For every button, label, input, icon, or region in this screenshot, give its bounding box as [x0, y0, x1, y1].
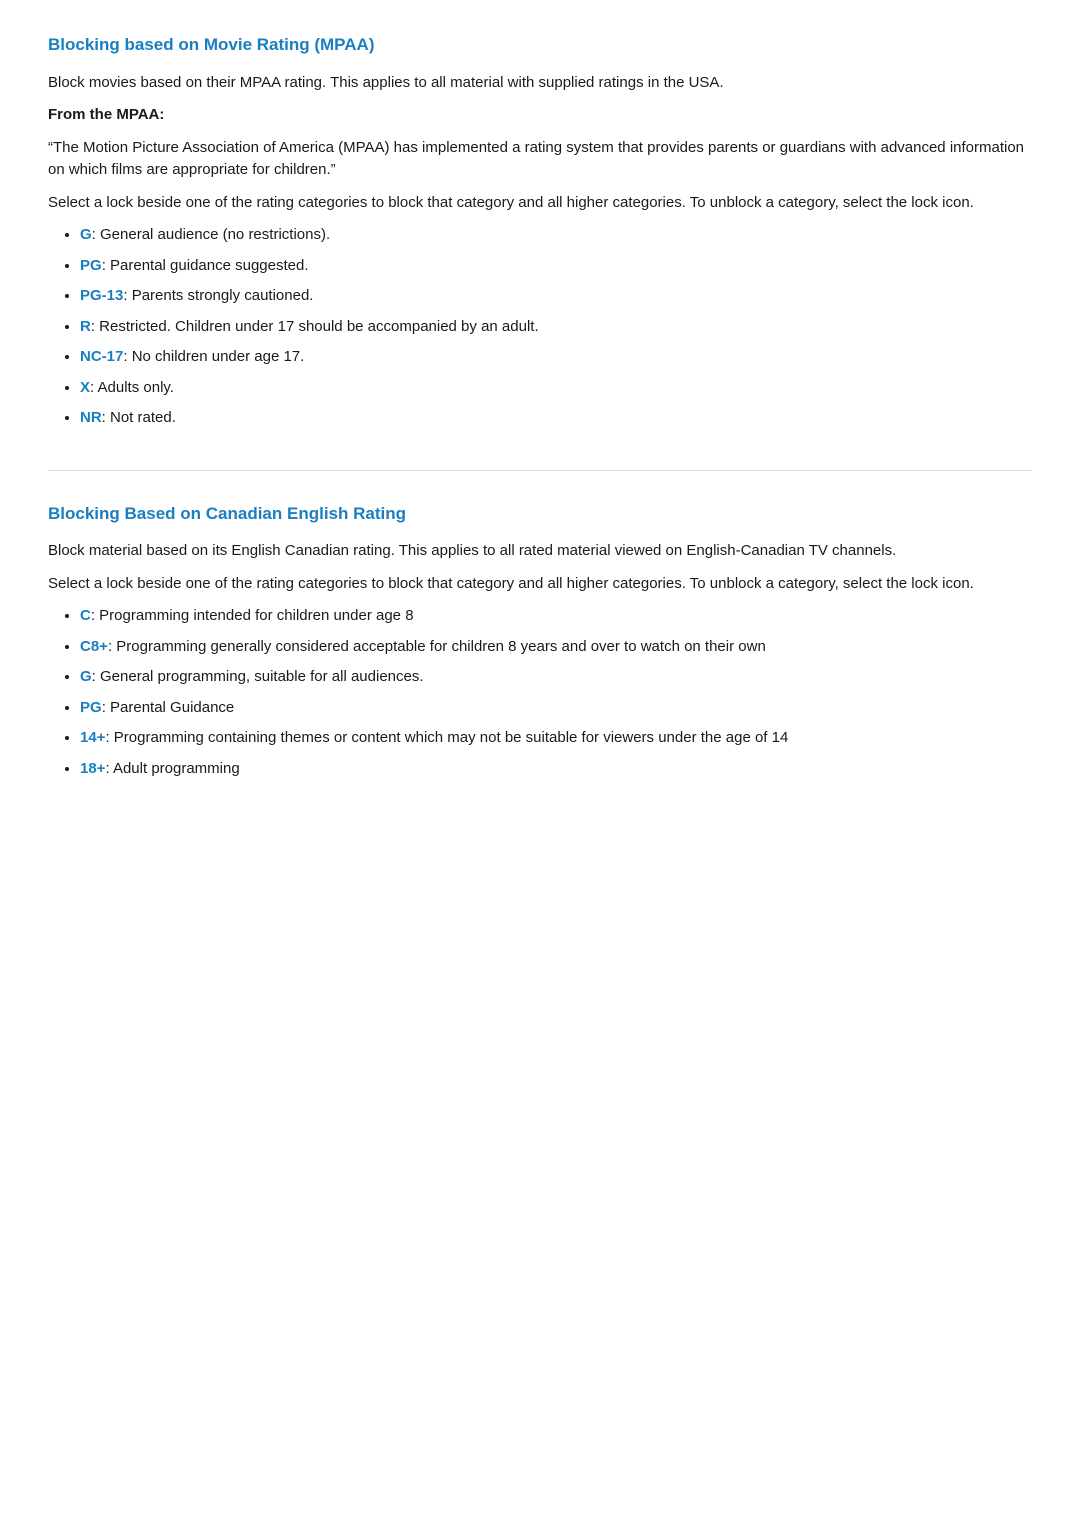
- rating-desc-pg-ca: : Parental Guidance: [102, 699, 235, 716]
- rating-desc-c: : Programming intended for children unde…: [91, 607, 414, 624]
- rating-code-pg-ca: PG: [80, 699, 102, 716]
- list-item: PG: Parental Guidance: [80, 697, 1032, 720]
- rating-desc-nc17: : No children under age 17.: [123, 348, 304, 365]
- list-item: PG-13: Parents strongly cautioned.: [80, 285, 1032, 308]
- rating-desc-c8: : Programming generally considered accep…: [108, 638, 766, 655]
- list-item: C: Programming intended for children und…: [80, 605, 1032, 628]
- rating-code-14: 14+: [80, 729, 105, 746]
- rating-desc-18: : Adult programming: [105, 760, 239, 777]
- list-item: G: General audience (no restrictions).: [80, 224, 1032, 247]
- mpaa-section: Blocking based on Movie Rating (MPAA) Bl…: [48, 32, 1032, 430]
- rating-desc-g-ca: : General programming, suitable for all …: [92, 668, 424, 685]
- canadian-section: Blocking Based on Canadian English Ratin…: [48, 501, 1032, 781]
- rating-code-g: G: [80, 226, 92, 243]
- rating-desc-nr: : Not rated.: [102, 409, 176, 426]
- list-item: 14+: Programming containing themes or co…: [80, 727, 1032, 750]
- section-divider: [48, 470, 1032, 471]
- rating-code-c: C: [80, 607, 91, 624]
- list-item: C8+: Programming generally considered ac…: [80, 636, 1032, 659]
- rating-desc-g: : General audience (no restrictions).: [92, 226, 330, 243]
- rating-code-nc17: NC-17: [80, 348, 123, 365]
- mpaa-rating-list: G: General audience (no restrictions). P…: [48, 224, 1032, 430]
- list-item: G: General programming, suitable for all…: [80, 666, 1032, 689]
- list-item: PG: Parental guidance suggested.: [80, 255, 1032, 278]
- rating-desc-r: : Restricted. Children under 17 should b…: [91, 318, 539, 335]
- rating-code-x: X: [80, 379, 90, 396]
- rating-desc-x: : Adults only.: [90, 379, 174, 396]
- rating-code-nr: NR: [80, 409, 102, 426]
- canadian-section-title: Blocking Based on Canadian English Ratin…: [48, 501, 1032, 527]
- list-item: R: Restricted. Children under 17 should …: [80, 316, 1032, 339]
- rating-code-18: 18+: [80, 760, 105, 777]
- mpaa-quote: “The Motion Picture Association of Ameri…: [48, 137, 1032, 182]
- mpaa-intro: Block movies based on their MPAA rating.…: [48, 72, 1032, 95]
- rating-desc-pg: : Parental guidance suggested.: [102, 257, 309, 274]
- rating-desc-14: : Programming containing themes or conte…: [105, 729, 788, 746]
- mpaa-from-label: From the MPAA:: [48, 104, 1032, 127]
- list-item: 18+: Adult programming: [80, 758, 1032, 781]
- list-item: NC-17: No children under age 17.: [80, 346, 1032, 369]
- mpaa-instruction: Select a lock beside one of the rating c…: [48, 192, 1032, 215]
- rating-code-pg: PG: [80, 257, 102, 274]
- canadian-instruction: Select a lock beside one of the rating c…: [48, 573, 1032, 596]
- rating-code-r: R: [80, 318, 91, 335]
- rating-code-c8: C8+: [80, 638, 108, 655]
- canadian-rating-list: C: Programming intended for children und…: [48, 605, 1032, 780]
- rating-code-pg13: PG-13: [80, 287, 123, 304]
- rating-desc-pg13: : Parents strongly cautioned.: [123, 287, 313, 304]
- mpaa-section-title: Blocking based on Movie Rating (MPAA): [48, 32, 1032, 58]
- list-item: X: Adults only.: [80, 377, 1032, 400]
- rating-code-g-ca: G: [80, 668, 92, 685]
- canadian-intro: Block material based on its English Cana…: [48, 540, 1032, 563]
- list-item: NR: Not rated.: [80, 407, 1032, 430]
